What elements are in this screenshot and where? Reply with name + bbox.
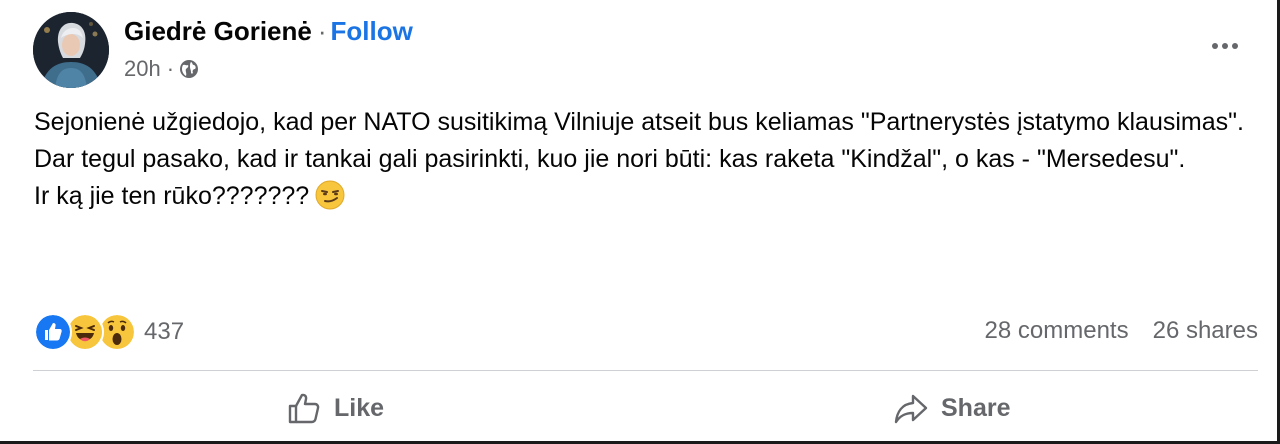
author-avatar[interactable]: [33, 12, 109, 88]
reaction-summary[interactable]: 437: [34, 313, 184, 351]
globe-icon[interactable]: [179, 59, 199, 79]
post-paragraph-last: Ir ką jie ten rūko???????: [34, 178, 1254, 215]
comments-count-link[interactable]: 28 comments: [985, 317, 1129, 345]
like-button[interactable]: Like: [286, 390, 384, 426]
engagement-stats: 28 comments 26 shares: [985, 317, 1258, 345]
post-timestamp[interactable]: 20h: [124, 56, 161, 82]
meta-separator: ·: [166, 56, 175, 81]
author-name[interactable]: Giedrė Gorienė: [124, 16, 312, 46]
post-body: Sejonienė užgiedojo, kad per NATO susiti…: [34, 104, 1254, 215]
follow-button[interactable]: Follow: [331, 16, 413, 46]
post-paragraph-text: Ir ką jie ten rūko???????: [34, 182, 310, 210]
action-bar-divider: [33, 370, 1258, 371]
share-arrow-icon: [894, 394, 928, 424]
post-paragraph: Dar tegul pasako, kad ir tankai gali pas…: [34, 145, 1186, 173]
shares-count-link[interactable]: 26 shares: [1153, 317, 1258, 345]
post-header: Giedrė Gorienė · Follow: [124, 16, 413, 47]
like-reaction-icon: [34, 313, 72, 351]
smirking-face-emoji: [315, 180, 345, 210]
header-separator: ·: [317, 16, 327, 46]
thumbs-up-icon: [288, 393, 320, 424]
post-paragraph: Sejonienė užgiedojo, kad per NATO susiti…: [34, 108, 1244, 136]
like-label: Like: [334, 393, 385, 422]
post-meta: 20h ·: [124, 56, 199, 82]
more-options-icon[interactable]: [1205, 36, 1245, 56]
share-label: Share: [941, 393, 1011, 422]
reaction-count: 437: [144, 318, 185, 345]
share-button[interactable]: Share: [893, 390, 1010, 426]
